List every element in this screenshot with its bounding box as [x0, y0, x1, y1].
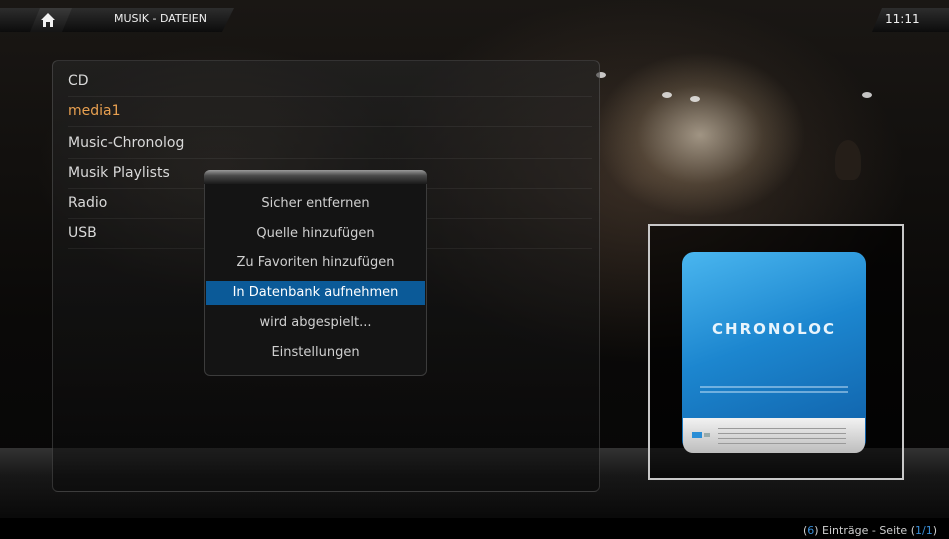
- drive-led: [704, 433, 710, 437]
- drive-vent: [718, 443, 846, 444]
- clock: 11:11: [885, 12, 920, 26]
- stage-light: [690, 96, 700, 102]
- drive-vent: [718, 433, 846, 434]
- list-item[interactable]: media1: [68, 96, 592, 127]
- entries-label: Einträge - Seite: [822, 524, 908, 537]
- drive-brand-label: CHRONOLOC: [712, 320, 836, 338]
- menu-item-in-datenbank-aufnehmen[interactable]: In Datenbank aufnehmen: [206, 281, 425, 305]
- drive-base: [683, 418, 865, 453]
- item-count-status: (6) Einträge - Seite (1/1): [802, 524, 937, 537]
- menu-item-einstellungen[interactable]: Einstellungen: [206, 341, 425, 365]
- home-icon[interactable]: [40, 12, 56, 28]
- menu-item-quelle-hinzufuegen[interactable]: Quelle hinzufügen: [206, 222, 425, 246]
- stage-light: [662, 92, 672, 98]
- stage-light: [862, 92, 872, 98]
- context-menu-header: [204, 170, 427, 184]
- drive-vent: [718, 438, 846, 439]
- drive-vent: [718, 428, 846, 429]
- page-title: MUSIK - DATEIEN: [114, 12, 207, 25]
- drive-led: [692, 432, 702, 438]
- drive-fine-print: [700, 386, 848, 398]
- page-indicator: 1/1: [915, 524, 933, 537]
- item-count: 6: [807, 524, 815, 537]
- menu-item-zu-favoriten-hinzufuegen[interactable]: Zu Favoriten hinzufügen: [206, 251, 425, 275]
- list-item[interactable]: CD: [68, 66, 592, 97]
- menu-item-wird-abgespielt[interactable]: wird abgespielt...: [206, 311, 425, 335]
- list-item[interactable]: Music-Chronolog: [68, 128, 592, 159]
- background-performer: [835, 140, 861, 180]
- menu-item-sicher-entfernen[interactable]: Sicher entfernen: [206, 192, 425, 216]
